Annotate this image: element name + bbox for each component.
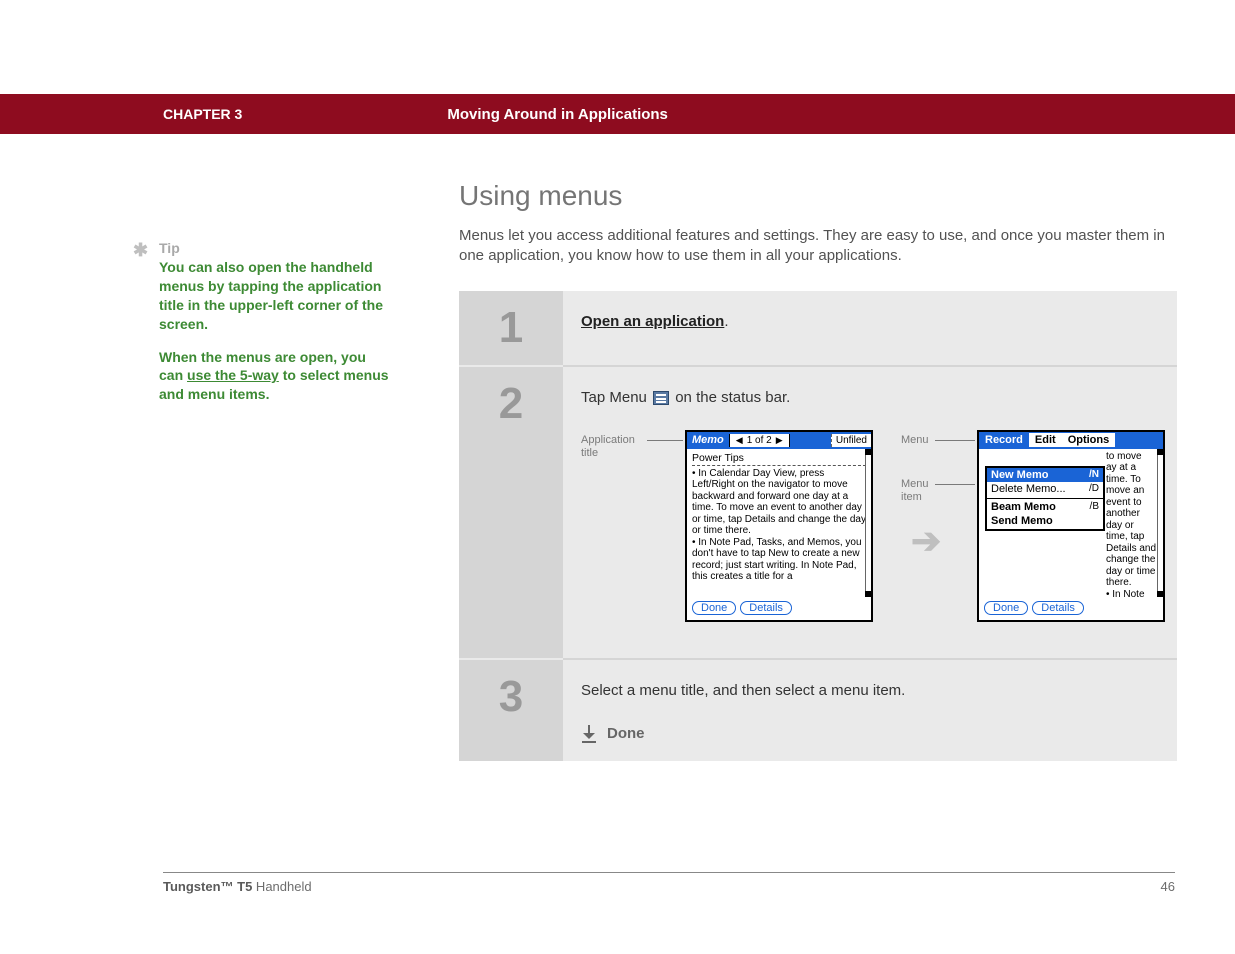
step-row-3: 3 Select a menu title, and then select a…: [459, 659, 1177, 761]
menu-icon: [653, 391, 669, 405]
tip-link-5way[interactable]: use the 5-way: [187, 367, 279, 383]
tip-paragraph-1: You can also open the handheld menus by …: [159, 258, 389, 334]
chapter-title: Moving Around in Applications: [447, 106, 668, 123]
product-name: Tungsten™ T5 Handheld: [163, 879, 312, 894]
scrollbar: [865, 449, 871, 597]
asterisk-icon: ✱: [133, 240, 148, 261]
menu-item-beam-memo: Beam Memo/B: [987, 500, 1103, 515]
page-number: 46: [1161, 879, 1175, 894]
step3-text: Select a menu title, and then select a m…: [581, 682, 905, 699]
step-number-2: 2: [459, 379, 563, 429]
shot1-heading: Power Tips: [692, 452, 866, 466]
label-menu-item: Menu item: [901, 478, 941, 504]
menu-item-delete-memo: Delete Memo.../D: [987, 482, 1103, 497]
menu-record: Record: [979, 433, 1029, 447]
tip-paragraph-2: When the menus are open, you can use the…: [159, 348, 389, 405]
shot1-category: Unfiled: [831, 434, 871, 447]
shot2-details-button: Details: [1032, 601, 1084, 615]
menu-item-send-memo: Send Memo: [987, 514, 1103, 529]
step-row-1: 1 Open an application.: [459, 291, 1177, 366]
step2-text-suffix: on the status bar.: [675, 389, 790, 406]
tip-sidebar: ✱ Tip You can also open the handheld men…: [129, 240, 389, 418]
tip-label: Tip: [159, 240, 389, 256]
step-table: 1 Open an application. 2 Tap Menu on the…: [459, 291, 1177, 761]
intro-text: Menus let you access additional features…: [459, 226, 1177, 267]
shot1-body-text: • In Calendar Day View, press Left/Right…: [692, 468, 866, 583]
step-number-3: 3: [459, 672, 563, 722]
callout-line: [935, 484, 975, 485]
menu-item-new-memo: New Memo/N: [987, 468, 1103, 483]
step2-text-prefix: Tap Menu: [581, 389, 651, 406]
triangle-right-icon: ▶: [776, 435, 783, 446]
open-application-link[interactable]: Open an application: [581, 313, 724, 330]
section-title: Using menus: [459, 180, 1177, 212]
screenshot-memo-app: Memo ◀1 of 2▶ Unfiled Power Tips • In Ca…: [685, 430, 873, 622]
shot2-done-button: Done: [984, 601, 1028, 615]
menu-edit: Edit: [1029, 433, 1062, 447]
menu-dropdown: New Memo/N Delete Memo.../D Beam Memo/B …: [985, 466, 1105, 532]
done-label: Done: [607, 725, 645, 742]
label-application-title: Application title: [581, 434, 647, 460]
shot1-app-title: Memo: [687, 433, 729, 447]
scrollbar: [1157, 449, 1163, 597]
shot1-details-button: Details: [740, 601, 792, 615]
done-arrow-icon: [581, 725, 597, 743]
arrow-right-icon: ➔: [911, 520, 941, 562]
step-number-1: 1: [459, 303, 563, 353]
shot1-done-button: Done: [692, 601, 736, 615]
label-menu: Menu: [901, 434, 929, 447]
header-bar: CHAPTER 3 Moving Around in Applications: [0, 94, 1235, 134]
menu-options: Options: [1062, 433, 1116, 447]
screenshot-memo-menu-open: Record Edit Options New Memo/N Delete Me…: [977, 430, 1165, 622]
callout-line: [935, 440, 975, 441]
chapter-label: CHAPTER 3: [163, 106, 242, 122]
shot1-nav: ◀1 of 2▶: [729, 434, 790, 447]
callout-line: [647, 440, 683, 441]
triangle-left-icon: ◀: [736, 435, 743, 446]
footer: Tungsten™ T5 Handheld 46: [163, 872, 1175, 894]
step-row-2: 2 Tap Menu on the status bar. Applicatio…: [459, 366, 1177, 659]
